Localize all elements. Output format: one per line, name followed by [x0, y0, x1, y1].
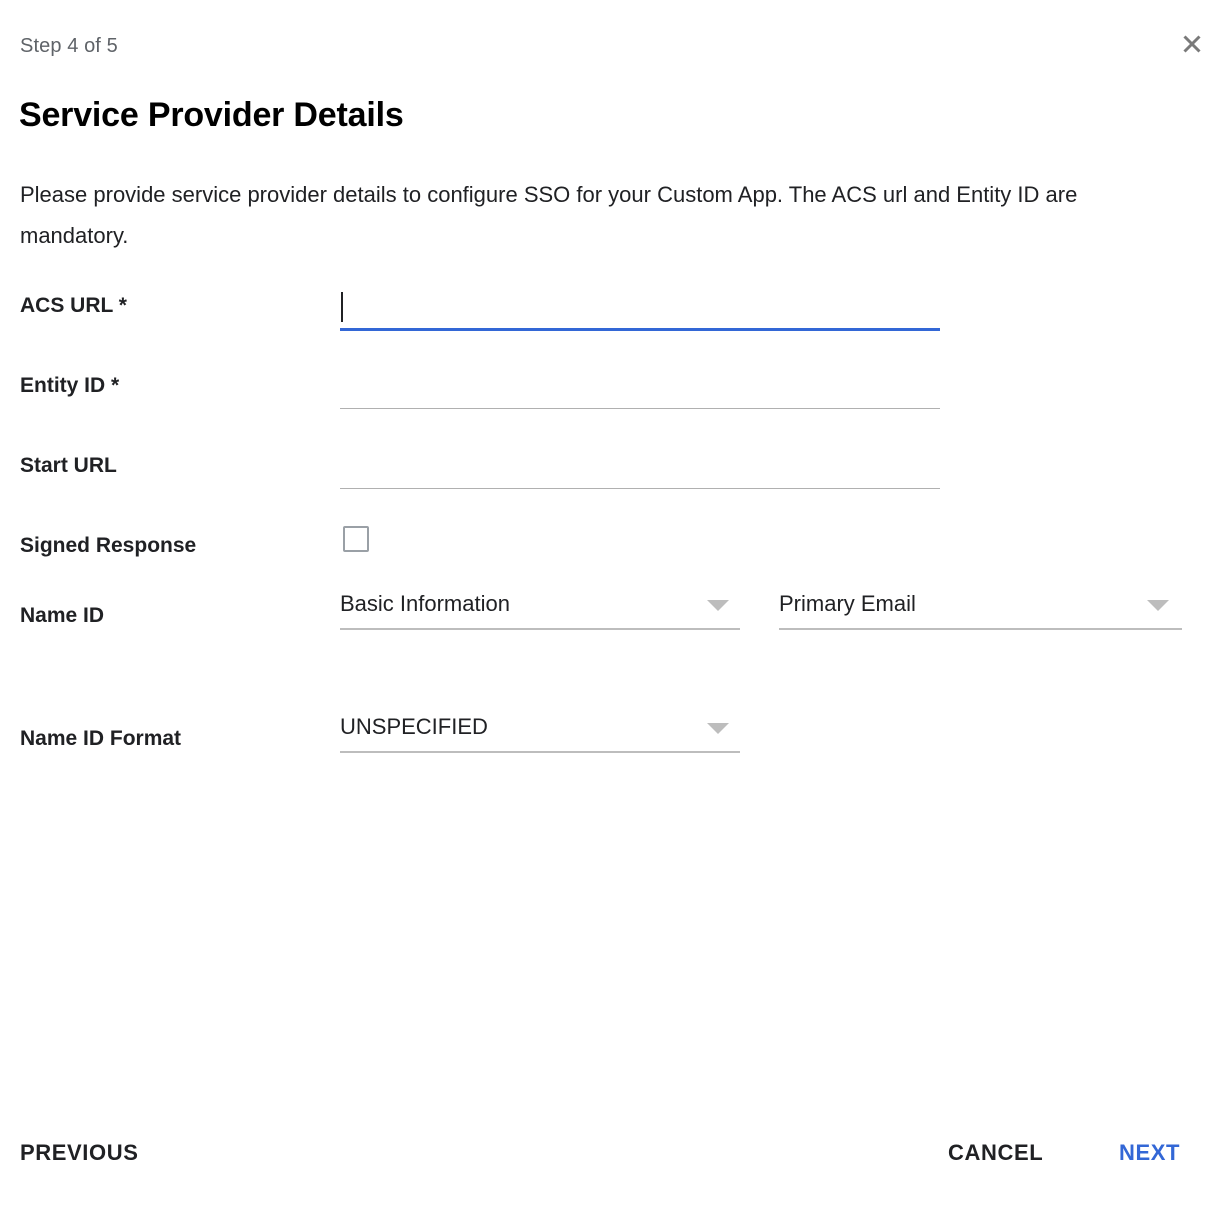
name-id-format-value: UNSPECIFIED [340, 714, 488, 739]
step-indicator: Step 4 of 5 [20, 35, 118, 57]
label-name-id-format: Name ID Format [20, 727, 182, 750]
page-title: Service Provider Details [19, 95, 404, 134]
label-entity-id: Entity ID * [20, 374, 120, 397]
service-provider-details-dialog: Step 4 of 5 Service Provider Details Ple… [0, 0, 1230, 1212]
chevron-down-icon [707, 723, 729, 734]
name-id-source-select[interactable]: Basic Information [340, 588, 740, 630]
name-id-source-value: Basic Information [340, 591, 510, 616]
name-id-source-underline [340, 628, 740, 630]
chevron-down-icon [707, 600, 729, 611]
start-url-input-wrap [340, 450, 940, 489]
text-caret [341, 292, 343, 322]
acs-url-input-wrap [340, 290, 940, 331]
previous-button[interactable]: PREVIOUS [20, 1139, 139, 1167]
label-start-url: Start URL [20, 454, 117, 477]
entity-id-input[interactable] [340, 370, 940, 408]
start-url-underline [340, 488, 940, 489]
label-signed-response: Signed Response [20, 534, 197, 557]
label-name-id: Name ID [20, 604, 105, 627]
name-id-attribute-underline [779, 628, 1182, 630]
name-id-format-select[interactable]: UNSPECIFIED [340, 711, 740, 753]
entity-id-input-wrap [340, 370, 940, 409]
next-button[interactable]: NEXT [1119, 1139, 1180, 1167]
name-id-attribute-select[interactable]: Primary Email [779, 588, 1182, 630]
name-id-attribute-value: Primary Email [779, 591, 916, 616]
chevron-down-icon [1147, 600, 1169, 611]
name-id-format-underline [340, 751, 740, 753]
cancel-button[interactable]: CANCEL [948, 1139, 1043, 1167]
dialog-description: Please provide service provider details … [20, 182, 1078, 248]
signed-response-checkbox[interactable] [343, 526, 369, 552]
label-acs-url: ACS URL * [20, 294, 127, 317]
entity-id-underline [340, 408, 940, 409]
start-url-input[interactable] [340, 450, 940, 488]
close-icon[interactable] [1175, 27, 1209, 61]
acs-url-input[interactable] [340, 290, 940, 328]
acs-url-underline [340, 328, 940, 331]
